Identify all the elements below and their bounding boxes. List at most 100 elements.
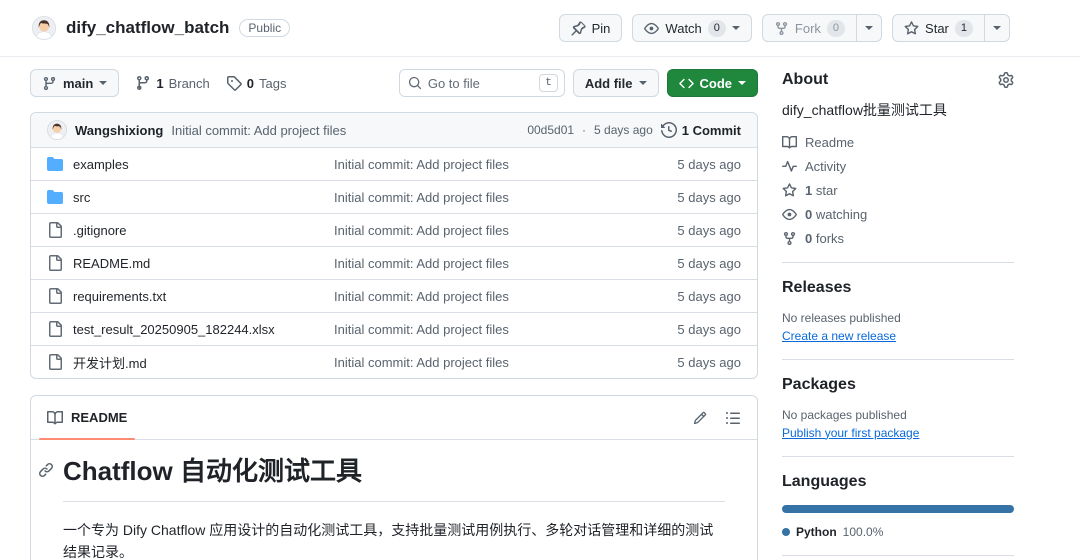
language-name: Python [796, 524, 837, 539]
add-file-button[interactable]: Add file [572, 69, 659, 97]
fork-button[interactable]: Fork 0 [761, 14, 858, 42]
table-row: requirements.txt Initial commit: Add pro… [31, 279, 757, 312]
file-commit-age[interactable]: 5 days ago [631, 256, 741, 271]
anchor-link-icon[interactable] [38, 462, 54, 478]
file-name-link[interactable]: src [73, 190, 90, 205]
about-links: Readme Activity 1 star 0 watching 0 fork… [782, 135, 1014, 246]
branch-count: 1 [156, 75, 164, 91]
tag-count-label: Tags [259, 75, 287, 91]
language-bar[interactable] [782, 504, 1014, 513]
file-commit-message[interactable]: Initial commit: Add project files [334, 355, 631, 370]
table-row: 开发计划.md Initial commit: Add project file… [31, 345, 757, 378]
repo-actions: Pin Watch 0 Fork 0 Star 1 [558, 14, 1010, 42]
file-commit-message[interactable]: Initial commit: Add project files [334, 322, 631, 337]
file-name-link[interactable]: .gitignore [73, 223, 126, 238]
commit-sha[interactable]: 00d5d01 [527, 123, 574, 137]
file-commit-message[interactable]: Initial commit: Add project files [334, 223, 631, 238]
about-section: About dify_chatflow批量测试工具 Readme Activit… [782, 57, 1014, 263]
file-commit-message[interactable]: Initial commit: Add project files [334, 256, 631, 271]
sidebar-item-activity[interactable]: Activity [782, 159, 1014, 174]
pencil-icon[interactable] [693, 411, 707, 425]
fork-icon [775, 21, 788, 35]
go-to-file-input[interactable]: Go to file t [398, 69, 565, 97]
file-commit-message[interactable]: Initial commit: Add project files [334, 190, 631, 205]
commit-author-avatar[interactable] [47, 120, 67, 140]
pin-icon [571, 20, 586, 36]
folder-icon [47, 157, 63, 171]
search-shortcut-key: t [539, 74, 558, 92]
history-icon [660, 122, 677, 138]
file-icon [49, 354, 62, 370]
fork-button-group: Fork 0 [761, 14, 883, 42]
tag-icon [226, 76, 242, 91]
pin-button[interactable]: Pin [558, 14, 623, 42]
branch-selector[interactable]: main [30, 69, 120, 97]
sidebar-item-stars[interactable]: 1 star [782, 183, 1014, 198]
owner-avatar[interactable] [32, 16, 56, 40]
star-dropdown-button[interactable] [985, 14, 1010, 42]
pulse-icon [782, 160, 797, 172]
file-icon [49, 288, 62, 304]
book-icon [47, 410, 63, 424]
file-commit-age[interactable]: 5 days ago [631, 223, 741, 238]
book-icon [782, 135, 797, 149]
file-name-link[interactable]: 开发计划.md [73, 353, 147, 372]
chevron-down-icon [993, 26, 1001, 30]
readme-tab-label: README [71, 410, 128, 425]
file-name-link[interactable]: README.md [73, 256, 150, 271]
sidebar-item-forks[interactable]: 0 forks [782, 231, 1014, 246]
file-commit-message[interactable]: Initial commit: Add project files [334, 289, 631, 304]
commit-separator: · [582, 123, 587, 137]
file-commit-age[interactable]: 5 days ago [631, 289, 741, 304]
tab-readme[interactable]: README [31, 396, 143, 440]
outline-list-icon[interactable] [725, 410, 741, 426]
create-release-link[interactable]: Create a new release [782, 329, 896, 343]
readme-title: Chatflow 自动化测试工具 [38, 454, 725, 502]
commit-message[interactable]: Initial commit: Add project files [171, 123, 519, 138]
star-button[interactable]: Star 1 [892, 14, 985, 42]
gear-icon[interactable] [998, 72, 1014, 88]
commit-meta[interactable]: 00d5d01 · 5 days ago [527, 123, 652, 137]
publish-package-link[interactable]: Publish your first package [782, 426, 919, 440]
languages-title: Languages [782, 472, 867, 490]
file-commit-age[interactable]: 5 days ago [631, 157, 741, 172]
language-percent: 100.0% [842, 524, 884, 539]
git-branch-icon [43, 76, 56, 90]
file-icon [49, 222, 62, 238]
table-row: src Initial commit: Add project files 5 … [31, 180, 757, 213]
commit-history-link[interactable]: 1 Commit [660, 122, 741, 138]
branches-link[interactable]: 1 Branch [135, 75, 210, 91]
readme-header: README [31, 396, 757, 440]
repo-name[interactable]: dify_chatflow_batch [66, 18, 229, 38]
latest-commit-bar: Wangshixiong Initial commit: Add project… [31, 113, 757, 147]
file-name-link[interactable]: examples [73, 157, 129, 172]
star-label: Star [925, 20, 949, 36]
sidebar-item-watching[interactable]: 0 watching [782, 207, 1014, 222]
fork-icon [783, 231, 796, 245]
code-label: Code [699, 75, 733, 91]
releases-title: Releases [782, 278, 852, 296]
commit-count-label: 1 Commit [681, 122, 741, 138]
fork-count: 0 [826, 19, 846, 37]
file-name-link[interactable]: requirements.txt [73, 289, 166, 304]
workflows-section: Suggested workflows Based on your tech s… [782, 556, 1014, 560]
search-placeholder: Go to file [427, 75, 480, 91]
code-button[interactable]: Code [666, 69, 758, 97]
sidebar-item-readme[interactable]: Readme [782, 135, 1014, 150]
file-icon [49, 255, 62, 271]
file-name-link[interactable]: test_result_20250905_182244.xlsx [73, 322, 275, 337]
star-button-group: Star 1 [892, 14, 1010, 42]
tags-link[interactable]: 0 Tags [226, 75, 287, 91]
branch-controls: main 1 Branch 0 Tags [30, 69, 286, 97]
watch-button[interactable]: Watch 0 [632, 14, 752, 42]
file-commit-message[interactable]: Initial commit: Add project files [334, 157, 631, 172]
fork-dropdown-button[interactable] [857, 14, 883, 42]
branch-count-label: Branch [168, 75, 210, 91]
commit-author[interactable]: Wangshixiong [75, 123, 163, 138]
language-item-python[interactable]: Python 100.0% [782, 525, 1014, 539]
file-commit-age[interactable]: 5 days ago [631, 322, 741, 337]
branch-toolbar: main 1 Branch 0 Tags Go to file t Add fi… [30, 69, 758, 97]
file-commit-age[interactable]: 5 days ago [631, 355, 741, 370]
file-commit-age[interactable]: 5 days ago [631, 190, 741, 205]
commit-time: 5 days ago [594, 123, 653, 137]
